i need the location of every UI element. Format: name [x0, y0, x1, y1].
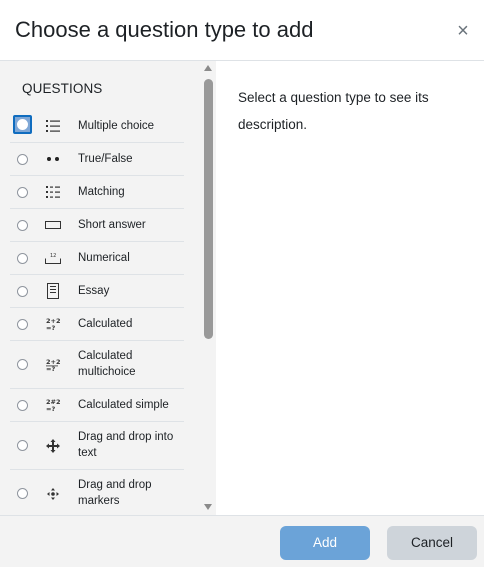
list-item-calculated[interactable]: 2+2 =? Calculated	[10, 308, 184, 341]
radio-button-true-false[interactable]	[17, 154, 28, 165]
radio-button-multiple-choice[interactable]	[13, 115, 32, 134]
scrollbar-thumb[interactable]	[204, 79, 213, 339]
list-item-label: Numerical	[78, 252, 130, 264]
short-answer-box-icon	[45, 217, 61, 233]
close-icon[interactable]: ×	[453, 20, 473, 42]
list-item-label: Calculated multichoice	[78, 350, 136, 378]
list-item-label: Multiple choice	[78, 120, 155, 132]
scroll-down-arrow-icon[interactable]	[204, 504, 212, 510]
list-item-drag-drop-markers[interactable]: Drag and drop markers	[10, 470, 184, 515]
section-label-questions: QUESTIONS	[22, 81, 103, 96]
svg-text:=?: =?	[46, 405, 55, 412]
numerical-icon: 12	[45, 250, 61, 266]
list-item-label: Drag and drop markers	[78, 479, 152, 507]
list-item-drag-drop-text[interactable]: Drag and drop into text	[10, 422, 184, 470]
list-item-matching[interactable]: Matching	[10, 176, 184, 209]
radio-button-drag-drop-markers[interactable]	[17, 488, 28, 499]
list-icon	[45, 118, 61, 134]
list-item-label: Matching	[78, 186, 125, 198]
question-type-description: Select a question type to see its descri…	[238, 90, 429, 132]
radio-button-essay[interactable]	[17, 286, 28, 297]
calculated-multichoice-icon: 2+2 =?	[45, 357, 61, 373]
list-item-label: Calculated	[78, 318, 133, 330]
question-type-list: Multiple choice True/False Matching Shor…	[10, 110, 184, 515]
calculated-simple-icon: 2#2 =?	[45, 397, 61, 413]
modal-footer: Add Cancel	[0, 515, 484, 569]
modal-header: Choose a question type to add ×	[0, 0, 484, 61]
list-item-essay[interactable]: Essay	[10, 275, 184, 308]
drag-drop-markers-icon	[45, 486, 61, 502]
list-scrollbar[interactable]	[201, 61, 216, 515]
drag-drop-text-icon	[45, 438, 61, 454]
list-item-true-false[interactable]: True/False	[10, 143, 184, 176]
question-type-list-pane: QUESTIONS Multiple choice True/False Mat…	[0, 61, 216, 515]
radio-button-calculated[interactable]	[17, 319, 28, 330]
radio-button-calculated-simple[interactable]	[17, 400, 28, 411]
radio-button-calculated-multichoice[interactable]	[17, 359, 28, 370]
add-button[interactable]: Add	[280, 526, 370, 560]
matching-list-icon	[45, 184, 61, 200]
list-item-label: True/False	[78, 153, 133, 165]
list-item-label: Drag and drop into text	[78, 431, 174, 459]
list-item-multiple-choice[interactable]: Multiple choice	[10, 110, 184, 143]
two-dots-icon	[45, 151, 61, 167]
calculated-icon: 2+2 =?	[45, 316, 61, 332]
svg-text:12: 12	[50, 253, 56, 259]
scroll-up-arrow-icon[interactable]	[204, 65, 212, 71]
radio-button-drag-drop-text[interactable]	[17, 440, 28, 451]
list-item-label: Short answer	[78, 219, 146, 231]
list-item-calculated-simple[interactable]: 2#2 =? Calculated simple	[10, 389, 184, 422]
list-item-numerical[interactable]: 12 Numerical	[10, 242, 184, 275]
cancel-button[interactable]: Cancel	[387, 526, 477, 560]
radio-button-numerical[interactable]	[17, 253, 28, 264]
svg-text:=?: =?	[46, 324, 55, 331]
radio-button-short-answer[interactable]	[17, 220, 28, 231]
radio-button-matching[interactable]	[17, 187, 28, 198]
essay-document-icon	[45, 283, 61, 299]
list-item-short-answer[interactable]: Short answer	[10, 209, 184, 242]
list-item-calculated-multichoice[interactable]: 2+2 =? Calculated multichoice	[10, 341, 184, 389]
modal-title: Choose a question type to add	[15, 17, 314, 42]
list-item-label: Essay	[78, 285, 110, 297]
list-item-label: Calculated simple	[78, 399, 169, 411]
